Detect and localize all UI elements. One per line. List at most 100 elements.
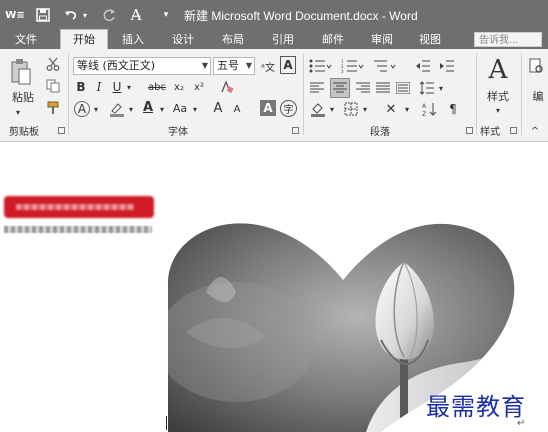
group-separator [68,53,69,135]
font-name-value: 等线 (西文正文) [77,59,156,72]
underline-button[interactable]: U [110,79,124,95]
enclose-characters-icon[interactable]: 字 [280,100,297,117]
copy-icon[interactable] [44,77,62,95]
increase-indent-icon[interactable] [437,57,457,75]
shading-dropdown-icon[interactable]: ▾ [327,103,337,115]
undo-icon[interactable] [62,5,80,25]
font-size-select[interactable]: 五号 ▼ [213,57,255,75]
highlight-color-icon[interactable] [108,100,126,118]
title-bar: W≡ ▾ A̶ ▾ 新建 Microsoft Word Document.doc… [0,0,548,30]
distributed-icon[interactable] [394,79,412,97]
paste-icon[interactable] [9,57,33,87]
blurred-url-text [4,226,152,233]
show-marks-icon[interactable]: ¶ [445,100,461,118]
styles-launcher-icon[interactable] [510,127,517,134]
styles-gallery-icon[interactable]: A [484,55,512,85]
paragraph-mark: ↵ [517,418,526,429]
document-canvas[interactable]: 最需教育 ↵ [0,142,548,432]
tab-design[interactable]: 设计 [163,30,203,49]
italic-button[interactable]: I [92,79,106,95]
change-case-button[interactable]: Aa [170,100,190,116]
multilevel-list-icon[interactable] [372,57,398,75]
styles-button[interactable]: 样式 [481,89,515,103]
align-center-icon[interactable] [330,78,350,98]
shading-icon[interactable] [309,100,327,118]
chevron-down-icon: ▼ [245,61,252,70]
editing-button[interactable]: 编 [528,89,548,103]
tab-home[interactable]: 开始 [60,29,108,51]
group-separator [521,53,522,135]
text-effects-dropdown-icon[interactable]: ▾ [91,103,101,115]
chinese-layout-icon[interactable]: ✕ [380,100,402,118]
line-spacing-dropdown-icon[interactable]: ▾ [436,82,446,94]
chevron-down-icon: ▼ [201,61,208,70]
tab-file[interactable]: 文件 [6,30,46,49]
text-effects-icon[interactable]: A [74,101,90,117]
blurred-logo-text [16,204,134,210]
subscript-button[interactable]: x₂ [171,79,187,95]
font-color-icon[interactable]: A [140,99,156,115]
phonetic-guide-icon[interactable]: ᵃ文 [259,57,277,75]
font-group-label: 字体 [168,127,188,138]
shrink-font-button[interactable]: A [230,102,244,116]
grow-font-button[interactable]: A [210,100,226,116]
styles-dropdown-icon[interactable]: ▾ [492,105,504,115]
paragraph-launcher-icon[interactable] [466,127,473,134]
bullets-icon[interactable] [308,57,334,75]
change-case-dropdown-icon[interactable]: ▾ [190,103,200,115]
tab-references[interactable]: 引用 [263,30,303,49]
sort-icon[interactable]: AZ [420,100,440,118]
save-icon[interactable] [34,5,52,25]
bold-button[interactable]: B [74,79,88,95]
align-left-icon[interactable] [308,79,326,97]
highlight-dropdown-icon[interactable]: ▾ [126,103,136,115]
tab-review[interactable]: 审阅 [362,30,402,49]
tell-me-search[interactable]: 告诉我... [474,32,542,47]
strikethrough-button[interactable]: abc [145,79,169,95]
undo-dropdown-icon[interactable]: ▾ [80,5,90,25]
font-color-dropdown-icon[interactable]: ▾ [157,103,167,115]
customize-qat-icon[interactable]: ▾ [160,5,172,25]
tab-mailings[interactable]: 邮件 [313,30,353,49]
chinese-layout-dropdown-icon[interactable]: ▾ [402,103,412,115]
justify-icon[interactable] [374,79,392,97]
clipboard-group-label: 剪贴板 [9,127,39,138]
format-painter-icon[interactable]: A̶ [126,5,146,25]
decrease-indent-icon[interactable] [413,57,433,75]
svg-text:3: 3 [341,69,344,73]
superscript-button[interactable]: x² [191,79,207,95]
word-logo-icon: W≡ [5,9,25,21]
borders-icon[interactable] [342,100,360,118]
tab-view[interactable]: 视图 [410,30,450,49]
tab-layout[interactable]: 布局 [213,30,253,49]
line-spacing-icon[interactable] [418,79,436,97]
clear-formatting-icon[interactable] [218,79,236,95]
font-launcher-icon[interactable] [292,127,299,134]
group-separator [303,53,304,135]
format-painter-brush-icon[interactable] [44,99,62,117]
cut-icon[interactable] [44,55,62,73]
window-title: 新建 Microsoft Word Document.docx - Word [184,9,418,23]
ribbon-tabs: 文件 开始 插入 设计 布局 引用 邮件 审阅 视图 告诉我... [0,29,548,51]
numbering-icon[interactable]: 123 [340,57,366,75]
ribbon: 粘贴 ▾ 剪贴板 等线 (西文正文) ▼ 五号 ▼ ᵃ文 A B I U ▾ abc… [0,49,548,142]
underline-dropdown-icon[interactable]: ▾ [124,80,134,94]
paste-dropdown-icon[interactable]: ▾ [12,107,24,117]
clipboard-launcher-icon[interactable] [58,127,65,134]
collapse-ribbon-icon[interactable]: ^ [527,125,543,137]
paragraph-group-label: 段落 [370,127,390,138]
text-cursor [166,416,167,430]
font-name-select[interactable]: 等线 (西文正文) ▼ [73,57,211,75]
watermark-text: 最需教育 [426,393,526,421]
character-border-icon[interactable]: A [280,56,296,74]
paste-button[interactable]: 粘贴 [8,90,38,104]
find-icon[interactable] [527,57,547,77]
redo-icon[interactable] [100,5,118,25]
group-separator [476,53,477,135]
tab-insert[interactable]: 插入 [113,30,153,49]
svg-text:Z: Z [422,111,426,117]
borders-dropdown-icon[interactable]: ▾ [360,103,370,115]
character-shading-icon[interactable]: A [260,100,276,116]
align-right-icon[interactable] [354,79,372,97]
styles-group-label: 样式 [480,127,500,138]
